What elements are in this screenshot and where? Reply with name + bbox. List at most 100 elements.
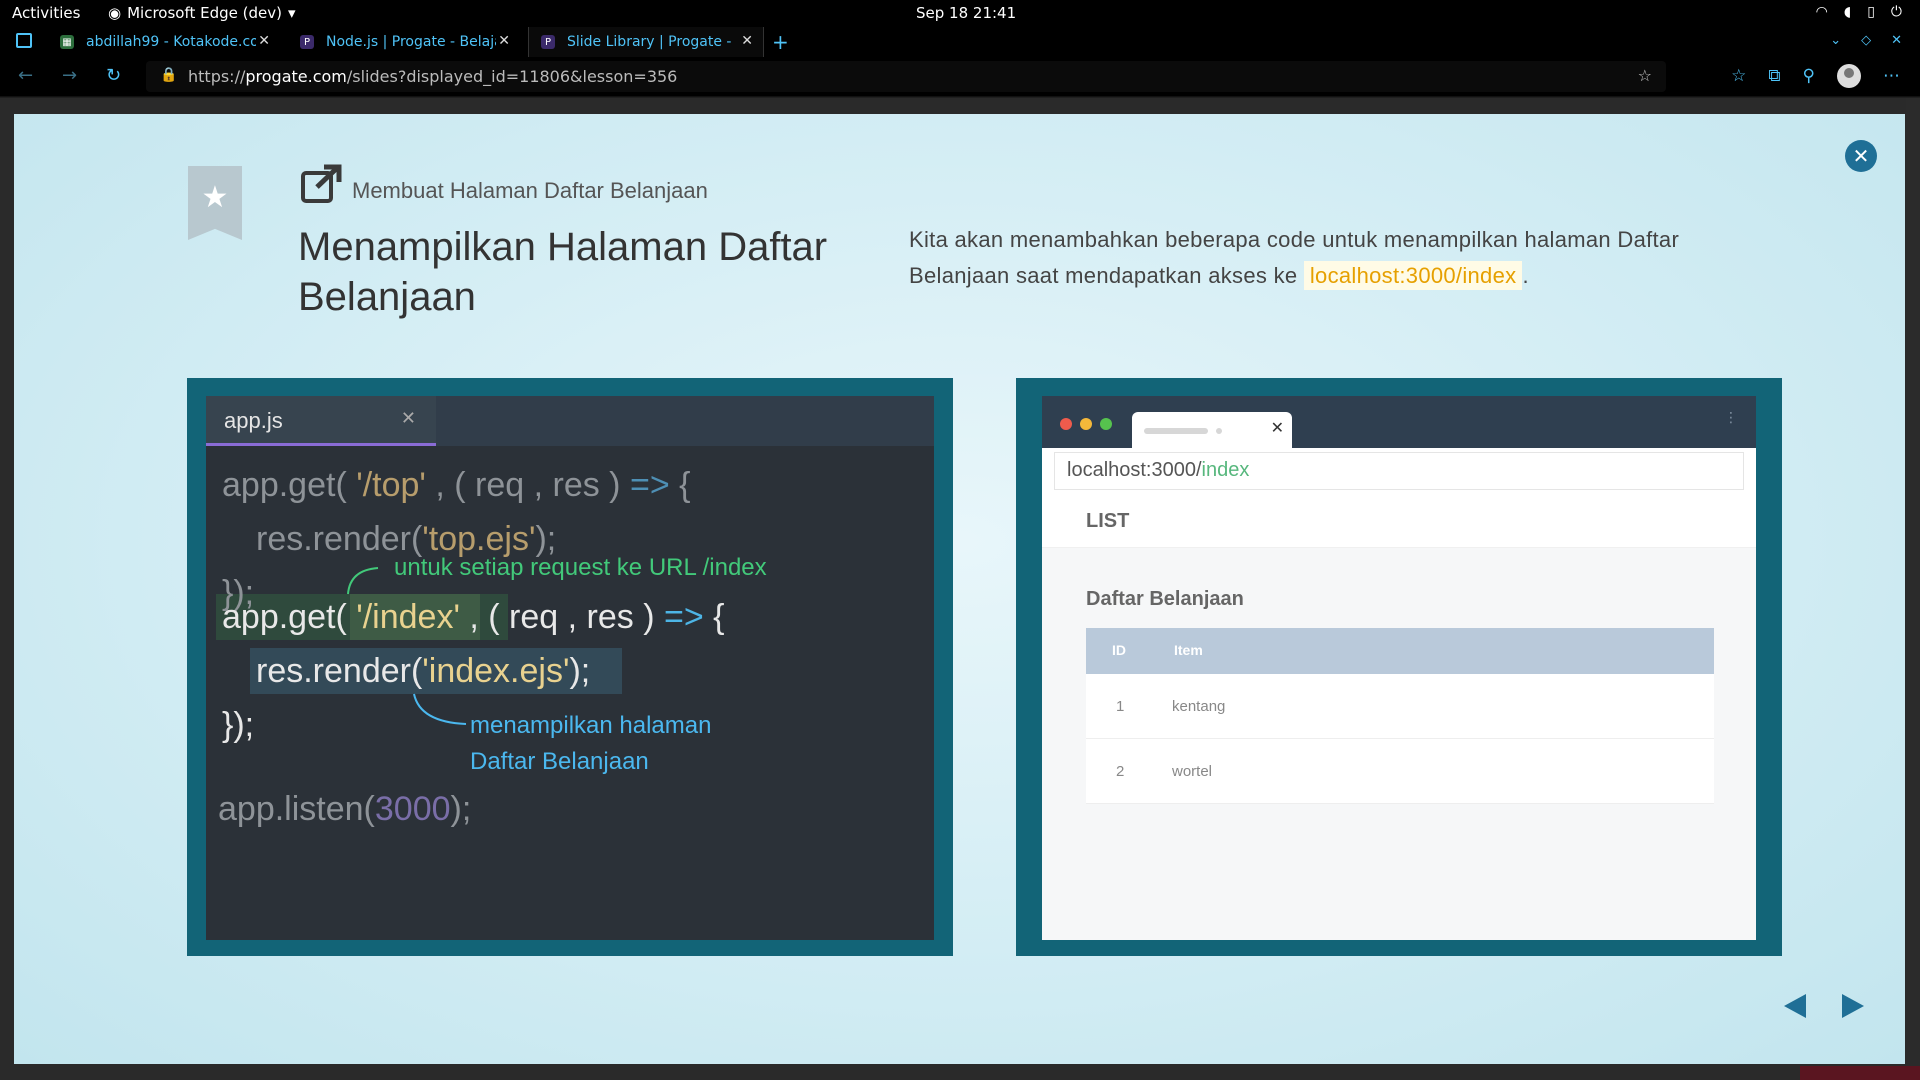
tab-actions-icon[interactable] — [16, 33, 32, 48]
back-button[interactable]: ← — [18, 65, 33, 86]
browser-toolbar: ← → ↻ 🔒 https://progate.com/slides?displ… — [0, 57, 1920, 97]
more-menu-icon[interactable]: ⋯ — [1883, 66, 1900, 86]
chevron-down-icon[interactable]: ⌄ — [1830, 33, 1841, 48]
tab-slide-library[interactable]: P Slide Library | Progate - B ✕ — [528, 27, 764, 57]
file-tab: app.js ✕ — [206, 396, 436, 446]
app-name: Microsoft Edge (dev) — [127, 4, 282, 22]
mock-minimize-dot — [1080, 418, 1092, 430]
annotation-render-1: menampilkan halaman — [470, 712, 712, 739]
row-id: 2 — [1116, 763, 1125, 780]
mock-close-dot — [1060, 418, 1072, 430]
toolbar-icons: ☆ ⧉ ⚲ ⋯ — [1731, 64, 1900, 88]
profile-avatar[interactable] — [1837, 64, 1861, 88]
slide-description: Kita akan menambahkan beberapa code untu… — [909, 222, 1769, 294]
description-code: localhost:3000/index — [1303, 261, 1523, 290]
tab-title: abdillah99 - Kotakode.co — [86, 34, 256, 50]
external-link-icon — [301, 164, 342, 203]
mock-address-bar: localhost:3000/index — [1054, 452, 1744, 490]
mock-close-tab-icon: ✕ — [1270, 418, 1284, 437]
code-line: app.listen(3000); — [218, 790, 472, 828]
volume-icon: ◖ — [1843, 4, 1852, 20]
mock-browser-tab: ✕ — [1132, 412, 1292, 448]
mock-maximize-dot — [1100, 418, 1112, 430]
close-icon[interactable]: ✕ — [1891, 33, 1902, 48]
next-slide-button[interactable] — [1842, 994, 1864, 1018]
row-id: 1 — [1116, 698, 1125, 715]
mock-browser-window: ✕ ⋮ localhost:3000/index LIST Daftar Bel… — [1042, 396, 1756, 940]
mock-col-id: ID — [1112, 642, 1126, 658]
description-text: Kita akan menambahkan beberapa code untu… — [909, 227, 1680, 288]
editor-header: app.js ✕ — [206, 396, 934, 446]
description-end: . — [1522, 263, 1529, 288]
browser-preview-panel: ✕ ⋮ localhost:3000/index LIST Daftar Bel… — [1016, 378, 1782, 956]
annotation-connector-blue — [413, 693, 467, 725]
close-tab-icon[interactable]: ✕ — [741, 33, 753, 49]
annotation-render-2: Daftar Belanjaan — [470, 748, 649, 775]
extensions-icon[interactable]: ⚲ — [1803, 66, 1815, 86]
collections-icon[interactable]: ⧉ — [1768, 66, 1780, 86]
power-icon: ⏻ — [1890, 4, 1902, 20]
url-host: progate.com — [245, 67, 347, 86]
system-tray[interactable]: ◠ ◖ ▯ ⏻ — [1816, 4, 1902, 20]
close-tab-icon[interactable]: ✕ — [258, 33, 270, 49]
chevron-down-icon: ▾ — [287, 4, 296, 22]
progate-favicon-icon: P — [300, 35, 314, 49]
progate-favicon-icon: P — [541, 35, 555, 49]
add-favorite-icon[interactable]: ☆ — [1638, 66, 1652, 85]
mock-col-item: Item — [1174, 642, 1203, 658]
horizontal-scrollbar[interactable] — [0, 1066, 1920, 1080]
tab-title: Slide Library | Progate - B — [567, 34, 737, 50]
code-line: res.render('index.ejs'); — [256, 652, 591, 690]
file-name: app.js — [224, 408, 283, 433]
mock-nav-label: LIST — [1086, 510, 1130, 532]
page-content: ✕ ★ Membuat Halaman Daftar Belanjaan Men… — [0, 98, 1920, 1080]
mock-url-path: index — [1201, 459, 1250, 481]
lock-icon[interactable]: 🔒 — [160, 67, 177, 83]
new-tab-button[interactable]: + — [772, 30, 789, 54]
activities-button[interactable]: Activities — [12, 4, 80, 22]
system-top-bar: Activities ◉ Microsoft Edge (dev) ▾ Sep … — [0, 0, 1920, 27]
close-tab-icon[interactable]: ✕ — [498, 33, 510, 49]
tab-title: Node.js | Progate - Belaja — [326, 34, 496, 50]
mock-page-body: Daftar Belanjaan ID Item 1 kentang 2 wor — [1042, 548, 1756, 940]
battery-icon: ▯ — [1867, 4, 1875, 20]
kotakode-favicon-icon: ▦ — [60, 35, 74, 49]
code-panel: app.js ✕ app.get( '/top' , ( req , res )… — [187, 378, 953, 956]
mock-table-header: ID Item — [1086, 628, 1714, 674]
url-prefix: https:// — [188, 67, 246, 86]
slide-subtitle: Membuat Halaman Daftar Belanjaan — [352, 178, 708, 203]
tab-nodejs-progate[interactable]: P Node.js | Progate - Belaja ✕ — [288, 27, 520, 57]
address-bar[interactable]: 🔒 https://progate.com/slides?displayed_i… — [146, 61, 1666, 92]
code-line: }); — [222, 706, 255, 744]
edge-icon: ◉ — [108, 4, 122, 22]
slide-modal: ✕ ★ Membuat Halaman Daftar Belanjaan Men… — [14, 114, 1905, 1064]
slide-navigation — [1784, 994, 1864, 1018]
close-slide-button[interactable]: ✕ — [1845, 140, 1877, 172]
slide-title: Menampilkan Halaman Daftar Belanjaan — [298, 225, 828, 319]
bookmark-icon[interactable]: ★ — [188, 166, 242, 240]
mock-list-title: Daftar Belanjaan — [1086, 588, 1244, 610]
forward-button[interactable]: → — [62, 65, 77, 86]
wifi-icon: ◠ — [1815, 4, 1828, 20]
mock-table: ID Item 1 kentang 2 wortel — [1086, 628, 1714, 804]
row-item: kentang — [1172, 698, 1226, 715]
mock-menu-icon: ⋮ — [1724, 410, 1738, 426]
mock-browser-header: ✕ ⋮ — [1042, 396, 1756, 448]
tab-strip: ▦ abdillah99 - Kotakode.co ✕ P Node.js |… — [0, 27, 1920, 57]
mock-nav: LIST — [1042, 496, 1756, 548]
close-file-icon: ✕ — [400, 408, 416, 428]
code-line: app.get( '/top' , ( req , res ) => { — [222, 466, 691, 504]
url-path: /slides?displayed_id=11806&lesson=356 — [346, 67, 678, 86]
reload-button[interactable]: ↻ — [106, 65, 121, 86]
annotation-route: untuk setiap request ke URL /index — [394, 554, 767, 581]
table-row: 2 wortel — [1086, 739, 1714, 804]
restore-icon[interactable]: ◇ — [1861, 33, 1871, 48]
favorites-icon[interactable]: ☆ — [1731, 66, 1746, 86]
vertical-scrollbar[interactable] — [1906, 98, 1920, 1080]
tab-kotakode[interactable]: ▦ abdillah99 - Kotakode.co ✕ — [48, 27, 280, 57]
previous-slide-button[interactable] — [1784, 994, 1806, 1018]
app-menu[interactable]: ◉ Microsoft Edge (dev) ▾ — [108, 4, 296, 22]
clock[interactable]: Sep 18 21:41 — [916, 4, 1016, 22]
mock-url-host: localhost:3000/ — [1067, 459, 1202, 481]
table-row: 1 kentang — [1086, 674, 1714, 739]
